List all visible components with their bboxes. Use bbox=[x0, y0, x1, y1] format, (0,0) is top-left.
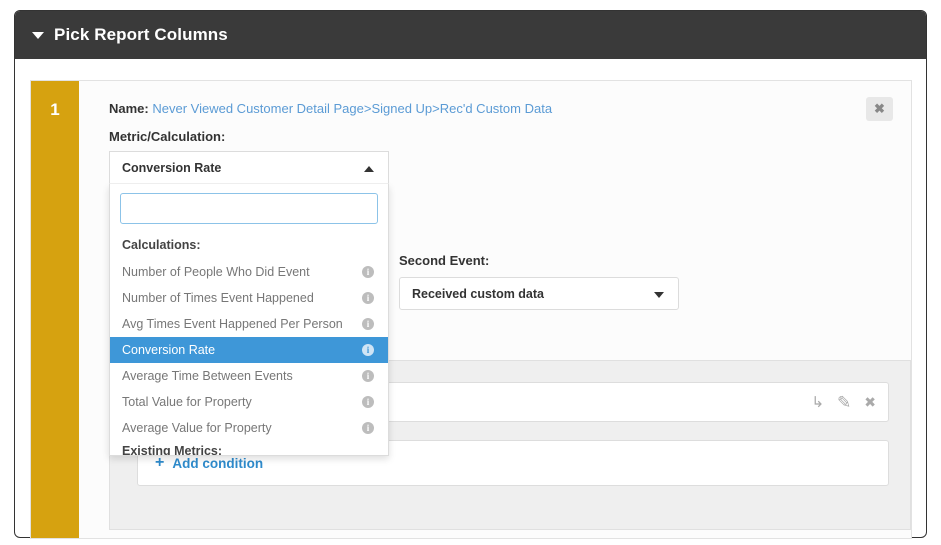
report-column-card: 1 ✖ Name: Never Viewed Customer Detail P… bbox=[30, 80, 912, 539]
metric-calculation-label: Metric/Calculation: bbox=[109, 129, 226, 144]
close-button[interactable]: ✖ bbox=[866, 97, 893, 121]
metric-option[interactable]: Average Time Between Events i bbox=[110, 363, 388, 389]
panel-header[interactable]: Pick Report Columns bbox=[15, 11, 926, 59]
metric-option[interactable]: Total Value for Property i bbox=[110, 389, 388, 415]
card-index-number: 1 bbox=[50, 100, 60, 119]
pick-report-columns-panel: Pick Report Columns 1 ✖ Name: Never View… bbox=[14, 10, 927, 539]
second-event-select[interactable]: Received custom data bbox=[399, 277, 679, 310]
caret-down-icon[interactable] bbox=[32, 31, 44, 39]
metric-combobox-trigger[interactable]: Conversion Rate bbox=[109, 151, 389, 184]
report-name-link[interactable]: Never Viewed Customer Detail Page>Signed… bbox=[152, 101, 552, 116]
option-group-label: Existing Metrics: bbox=[122, 444, 223, 456]
info-icon[interactable]: i bbox=[362, 318, 374, 330]
metric-option-label: Conversion Rate bbox=[122, 343, 216, 357]
metric-option-groups: Calculations: Number of People Who Did Ev… bbox=[110, 235, 388, 456]
page-title: Pick Report Columns bbox=[54, 25, 228, 44]
metric-option[interactable]: Avg Times Event Happened Per Person i bbox=[110, 311, 388, 337]
info-icon[interactable]: i bbox=[362, 396, 374, 408]
metric-combobox-value: Conversion Rate bbox=[122, 160, 222, 175]
edit-pencil-icon[interactable]: ✎ bbox=[837, 394, 851, 411]
card-index-badge: 1 bbox=[31, 81, 79, 538]
second-event-label: Second Event: bbox=[399, 253, 490, 268]
metric-option-label: Avg Times Event Happened Per Person bbox=[122, 317, 343, 331]
delete-x-icon[interactable]: ✖ bbox=[864, 395, 876, 409]
metric-combobox-dropdown: Calculations: Number of People Who Did Ev… bbox=[109, 184, 389, 456]
metric-option-label: Average Time Between Events bbox=[122, 369, 293, 383]
second-event-field: Second Event: Received custom data bbox=[399, 253, 679, 310]
info-icon[interactable]: i bbox=[362, 344, 374, 356]
info-icon[interactable]: i bbox=[362, 422, 374, 434]
metric-combobox: Conversion Rate Calculations: Number of P… bbox=[109, 151, 389, 456]
info-icon[interactable]: i bbox=[362, 292, 374, 304]
metric-option[interactable]: Number of Times Event Happened i bbox=[110, 285, 388, 311]
info-icon[interactable]: i bbox=[362, 266, 374, 278]
name-row: Name: Never Viewed Customer Detail Page>… bbox=[109, 101, 552, 116]
second-event-value: Received custom data bbox=[412, 286, 544, 301]
move-icon[interactable]: ↳ bbox=[811, 395, 824, 410]
card-body: ✖ Name: Never Viewed Customer Detail Pag… bbox=[79, 81, 911, 538]
metric-option[interactable]: Conversion Rate i bbox=[110, 337, 388, 363]
metric-option-label: Average Value for Property bbox=[122, 421, 272, 435]
option-group-label: Calculations: bbox=[122, 238, 201, 252]
add-condition-label: Add condition bbox=[172, 455, 264, 471]
name-label: Name: bbox=[109, 101, 149, 116]
info-icon[interactable]: i bbox=[362, 370, 374, 382]
caret-down-icon[interactable] bbox=[654, 292, 664, 298]
plus-icon: + bbox=[155, 454, 165, 471]
metric-option-label: Number of People Who Did Event bbox=[122, 265, 310, 279]
metric-option[interactable]: Average Value for Property i bbox=[110, 415, 388, 441]
metric-option[interactable]: Number of People Who Did Event i bbox=[110, 259, 388, 285]
metric-search-input[interactable] bbox=[120, 193, 378, 224]
caret-up-icon[interactable] bbox=[364, 166, 374, 172]
metric-option-label: Total Value for Property bbox=[122, 395, 252, 409]
condition-actions: ↳ ✎ ✖ bbox=[811, 383, 876, 421]
metric-option-label: Number of Times Event Happened bbox=[122, 291, 314, 305]
